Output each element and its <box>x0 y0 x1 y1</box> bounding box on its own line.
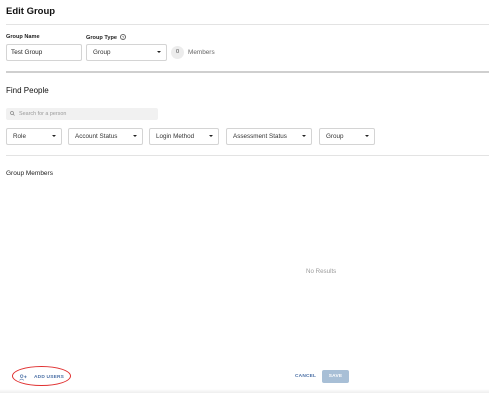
person-search-input[interactable]: Search for a person <box>6 108 158 120</box>
help-circle-icon[interactable]: ? <box>119 34 126 40</box>
caret-down-icon <box>133 135 137 137</box>
members-label: Members <box>188 49 215 56</box>
search-icon <box>10 111 15 116</box>
group-name-input[interactable]: Test Group <box>6 44 82 61</box>
save-button[interactable]: SAVE <box>322 370 349 383</box>
filter-account-status-label: Account Status <box>75 133 118 140</box>
add-users-button[interactable]: ADD USERS <box>19 372 64 382</box>
page-title: Edit Group <box>6 6 56 17</box>
add-user-icon <box>19 374 27 381</box>
group-type-label: Group Type <box>86 35 117 41</box>
caret-down-icon <box>302 135 306 137</box>
member-count-badge: 0 <box>171 46 184 59</box>
caret-down-icon <box>365 135 369 137</box>
group-type-label-wrap: Group Type? <box>86 34 126 41</box>
filter-assessment-status-label: Assessment Status <box>233 133 287 140</box>
filter-group[interactable]: Group <box>319 128 375 145</box>
group-type-value: Group <box>93 49 111 56</box>
search-placeholder: Search for a person <box>19 111 67 117</box>
filter-account-status[interactable]: Account Status <box>68 128 143 145</box>
caret-down-icon <box>157 51 161 53</box>
filter-role-label: Role <box>13 133 26 140</box>
find-people-heading: Find People <box>6 86 49 95</box>
cancel-button[interactable]: CANCEL <box>295 374 316 379</box>
caret-down-icon <box>209 135 213 137</box>
add-users-label: ADD USERS <box>34 374 65 380</box>
section-divider <box>6 71 489 73</box>
header-divider <box>6 24 489 25</box>
caret-down-icon <box>52 135 56 137</box>
no-results-text: No Results <box>306 268 337 275</box>
bottom-shadow <box>0 389 489 393</box>
filter-group-label: Group <box>326 133 344 140</box>
filter-role[interactable]: Role <box>6 128 62 145</box>
filter-login-method-label: Login Method <box>156 133 195 140</box>
filter-assessment-status[interactable]: Assessment Status <box>226 128 312 145</box>
filters-divider <box>6 155 489 156</box>
group-name-label: Group Name <box>6 34 40 40</box>
group-type-select[interactable]: Group <box>86 44 167 61</box>
group-members-heading: Group Members <box>6 170 53 177</box>
filter-login-method[interactable]: Login Method <box>149 128 219 145</box>
